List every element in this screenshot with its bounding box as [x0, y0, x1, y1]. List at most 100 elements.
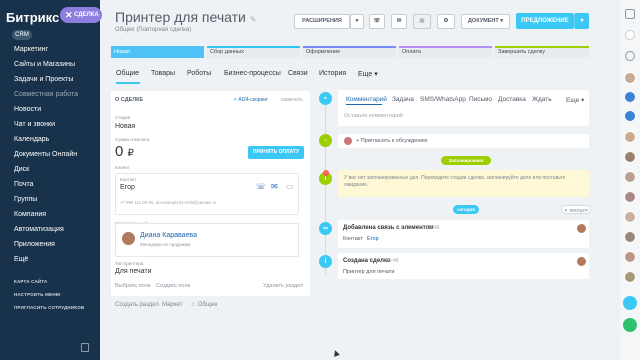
- comment-input[interactable]: Оставьте комментарий: [344, 113, 403, 119]
- sidebar-item-more[interactable]: Ещё: [14, 256, 28, 263]
- sidebar-item-sites[interactable]: Сайты и Магазины: [14, 61, 75, 68]
- phone-icon[interactable]: ☏: [256, 182, 266, 191]
- event-title: Создана сделка: [343, 258, 391, 264]
- create-section-link[interactable]: Создать раздел: [115, 302, 159, 308]
- sidebar-item-collab[interactable]: Совместная работа: [14, 91, 78, 98]
- avatar[interactable]: [624, 171, 636, 183]
- planned-notice: У вас нет запланированных дел. Переводит…: [338, 170, 589, 197]
- sidebar-item-calendar[interactable]: Календарь: [14, 136, 49, 143]
- deal-info-card: О СДЕЛКЕ ✦ AI24-скоринг изменить Стадия …: [111, 91, 310, 296]
- avatar: [577, 224, 586, 233]
- avatar[interactable]: [624, 191, 636, 203]
- notification-icon[interactable]: [625, 9, 635, 19]
- chat-button[interactable]: ▣: [413, 14, 431, 29]
- tab-bizproc[interactable]: Бизнес-процессы: [224, 70, 281, 77]
- offer-button[interactable]: ПРЕДЛОЖЕНИЕ: [516, 13, 574, 29]
- logo[interactable]: Битрикс: [6, 10, 59, 25]
- setup-menu-link[interactable]: НАСТРОИТЬ МЕНЮ: [14, 292, 61, 297]
- tab-history[interactable]: История: [319, 70, 346, 77]
- mail-icon[interactable]: ✉: [271, 182, 278, 191]
- extensions-dropdown[interactable]: ▾: [350, 14, 364, 29]
- sidebar-item-mail[interactable]: Почта: [14, 181, 33, 188]
- phone-call-icon[interactable]: [623, 318, 637, 332]
- sidebar-item-news[interactable]: Новости: [14, 106, 41, 113]
- gear-icon[interactable]: ⚙: [437, 14, 455, 29]
- mail-button[interactable]: ✉: [391, 14, 407, 29]
- edit-icon[interactable]: ✎: [250, 15, 257, 24]
- trash-icon[interactable]: [81, 343, 89, 352]
- tab-links[interactable]: Связи: [288, 70, 308, 77]
- avatar[interactable]: [624, 231, 636, 243]
- responsible-role: Менеджер по продажам: [140, 242, 191, 247]
- contact-name[interactable]: Егор: [120, 184, 135, 191]
- avatar[interactable]: [624, 251, 636, 263]
- stage-new[interactable]: Новая: [111, 46, 204, 58]
- question-icon[interactable]: [625, 30, 635, 40]
- tab-robots[interactable]: Роботы: [187, 70, 211, 77]
- document-button[interactable]: ДОКУМЕНТ ▾: [461, 14, 510, 29]
- filter-button[interactable]: ▼ ФИЛЬТР: [561, 205, 591, 214]
- contact-box: Контакт Егор +7 999 111-00-05, dovxsampl…: [115, 173, 299, 215]
- tab-more-activities[interactable]: Еще ▾: [566, 96, 584, 104]
- tab-delivery[interactable]: Доставка: [498, 96, 526, 103]
- crm-tag[interactable]: CRM: [12, 30, 32, 40]
- avatar[interactable]: [624, 211, 636, 223]
- sum-value: 0 ₽: [115, 143, 134, 160]
- create-field-link[interactable]: Создать поле: [156, 283, 191, 289]
- ai-scoring-link[interactable]: ✦ AI24-скоринг: [233, 97, 268, 103]
- event-link-added: Добавлена связь с элементом 20:46 Контак…: [338, 220, 589, 248]
- accept-payment-button[interactable]: ПРИНЯТЬ ОПЛАТУ: [248, 146, 304, 159]
- add-icon[interactable]: [623, 296, 637, 310]
- chat-icon[interactable]: ▭: [286, 182, 294, 191]
- sidebar-item-tasks[interactable]: Задачи и Проекты: [14, 76, 73, 83]
- invite-link[interactable]: ПРИГЛАСИТЬ СОТРУДНИКОВ: [14, 305, 84, 310]
- sidebar-item-apps[interactable]: Приложения: [14, 241, 55, 248]
- tab-task[interactable]: Задача: [392, 96, 414, 103]
- mouse-cursor: [332, 349, 340, 357]
- sidebar-item-automation[interactable]: Автоматизация: [14, 226, 64, 233]
- sidebar-item-marketing[interactable]: Маркетинг: [14, 46, 48, 53]
- tab-email[interactable]: Письмо: [469, 96, 492, 103]
- chat-icon[interactable]: [625, 111, 635, 121]
- stage-register-color: [303, 46, 396, 48]
- extensions-button[interactable]: РАСШИРЕНИЯ: [294, 14, 350, 29]
- deal-subtitle[interactable]: Общее (Повторная сделка): [115, 27, 191, 33]
- offer-dropdown[interactable]: ▾: [574, 13, 589, 29]
- responsible-name[interactable]: Диана Караваева: [140, 232, 197, 239]
- avatar[interactable]: [624, 131, 636, 143]
- link-icon: ∞: [319, 222, 332, 235]
- change-link[interactable]: изменить: [281, 97, 303, 103]
- deal-badge-label: СДЕЛКА: [74, 12, 99, 18]
- phone-button[interactable]: ☏: [369, 14, 385, 29]
- sidebar-item-chat[interactable]: Чат и звонки: [14, 121, 55, 128]
- tab-comment-underline: [346, 104, 382, 105]
- tab-more[interactable]: Еще ▾: [358, 70, 378, 78]
- sidebar-item-docs[interactable]: Документы Онлайн: [14, 151, 77, 158]
- planned-badge: Запланировано: [441, 156, 491, 165]
- avatar[interactable]: [624, 271, 636, 283]
- tab-general[interactable]: Общие: [116, 70, 140, 84]
- event-contact-link[interactable]: Егор: [367, 236, 379, 242]
- invite-discussion[interactable]: + Пригласить к обсуждению: [338, 134, 589, 148]
- close-icon[interactable]: ✕: [65, 7, 73, 23]
- sidebar-item-company[interactable]: Компания: [14, 211, 46, 218]
- tab-products[interactable]: Товары: [151, 70, 175, 77]
- avatar[interactable]: [624, 72, 636, 84]
- sidebar-item-disk[interactable]: Диск: [14, 166, 29, 173]
- sitemap-link[interactable]: КАРТА САЙТА: [14, 279, 47, 284]
- tab-comment[interactable]: Комментарий: [346, 96, 387, 103]
- sidebar-item-groups[interactable]: Группы: [14, 196, 37, 203]
- invite-label[interactable]: + Пригласить к обсуждению: [356, 138, 428, 144]
- delete-section-link[interactable]: Удалить раздел: [263, 283, 303, 289]
- event-deal-created: Создана сделка 20:46 Принтер для печати: [338, 253, 589, 279]
- tab-sms[interactable]: SMS/WhatsApp: [420, 96, 466, 103]
- choose-field-link[interactable]: Выбрать поле: [115, 283, 151, 289]
- chat-icon[interactable]: [625, 92, 635, 102]
- stage-finish-color: [495, 46, 589, 48]
- deal-badge[interactable]: ✕ СДЕЛКА: [60, 7, 102, 23]
- search-icon[interactable]: [625, 51, 635, 61]
- market-link[interactable]: Маркет: [162, 302, 182, 308]
- tab-wait[interactable]: Ждать: [532, 96, 552, 103]
- avatar[interactable]: [624, 151, 636, 163]
- general-link[interactable]: ☺ Общее: [190, 302, 217, 308]
